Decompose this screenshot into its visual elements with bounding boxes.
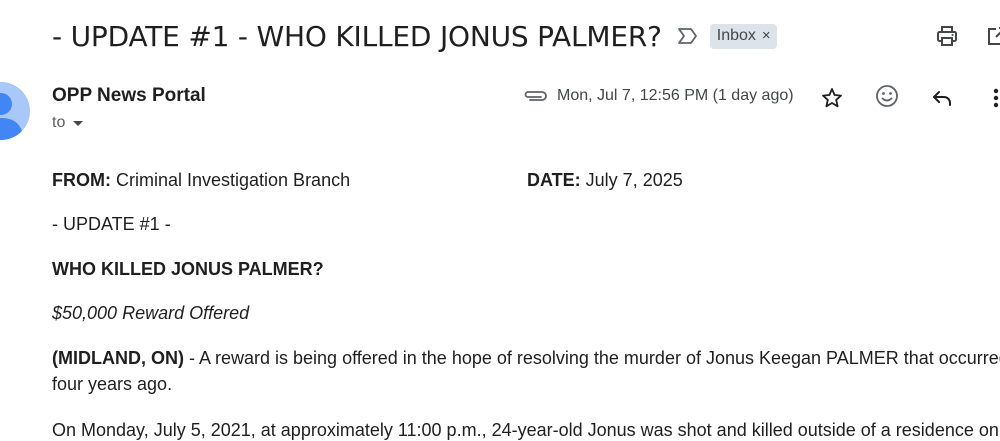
important-marker-icon[interactable] bbox=[676, 24, 700, 48]
date-value: July 7, 2025 bbox=[580, 170, 683, 190]
dateline: (MIDLAND, ON) bbox=[52, 348, 184, 368]
open-in-new-window-icon bbox=[988, 27, 1000, 45]
date-line: DATE: July 7, 2025 bbox=[527, 170, 683, 191]
emoji-reaction-icon bbox=[876, 85, 898, 107]
chevron-down-icon bbox=[73, 120, 84, 126]
subject-row: - UPDATE #1 - WHO KILLED JONUS PALMER? I… bbox=[52, 12, 777, 60]
to-label: to bbox=[52, 114, 66, 131]
paragraph-1-line-1: (MIDLAND, ON) - A reward is being offere… bbox=[52, 348, 1000, 369]
sender-avatar[interactable] bbox=[0, 82, 30, 140]
paragraph-1-text: - A reward is being offered in the hope … bbox=[183, 348, 1000, 368]
print-icon bbox=[937, 26, 957, 46]
more-options-button[interactable] bbox=[984, 84, 1000, 112]
inbox-label-text: Inbox bbox=[716, 26, 756, 44]
reply-button[interactable] bbox=[928, 84, 956, 112]
print-button[interactable] bbox=[933, 22, 961, 50]
star-icon bbox=[822, 88, 842, 108]
paragraph-1-line-2: four years ago. bbox=[52, 374, 173, 394]
update-line: - UPDATE #1 - bbox=[52, 214, 171, 234]
paperclip-icon bbox=[522, 84, 548, 108]
paragraph-2-line-1: On Monday, July 5, 2021, at approximatel… bbox=[52, 420, 999, 440]
reply-icon bbox=[933, 91, 951, 106]
inbox-label-chip[interactable]: Inbox × bbox=[709, 23, 777, 49]
email-subject: - UPDATE #1 - WHO KILLED JONUS PALMER? bbox=[52, 19, 662, 53]
from-line: FROM: Criminal Investigation Branch bbox=[52, 170, 350, 191]
open-in-new-window-button[interactable] bbox=[983, 22, 1000, 50]
recipients-toggle[interactable]: to bbox=[52, 114, 84, 132]
default-avatar-icon bbox=[0, 93, 24, 140]
date-label: DATE: bbox=[527, 170, 581, 190]
star-button[interactable] bbox=[818, 84, 846, 112]
reward-line: $50,000 Reward Offered bbox=[52, 303, 250, 323]
from-label: FROM: bbox=[52, 170, 111, 190]
headline: WHO KILLED JONUS PALMER? bbox=[52, 259, 324, 279]
remove-label-button[interactable]: × bbox=[762, 27, 771, 44]
email-timestamp: Mon, Jul 7, 12:56 PM (1 day ago) bbox=[557, 87, 794, 104]
sender-name[interactable]: OPP News Portal bbox=[52, 85, 206, 107]
add-reaction-button[interactable] bbox=[873, 82, 901, 110]
from-value: Criminal Investigation Branch bbox=[110, 170, 351, 190]
more-vert-icon bbox=[993, 88, 999, 108]
